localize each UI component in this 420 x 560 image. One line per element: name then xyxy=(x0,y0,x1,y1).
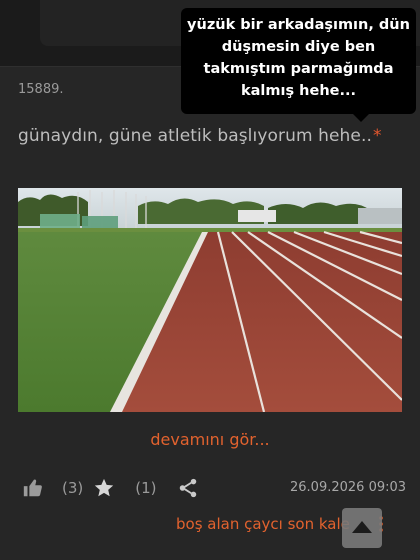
author-link[interactable]: boş alan çaycı son kale xyxy=(176,515,350,533)
favorite-count: (1) xyxy=(135,479,157,497)
thumbs-up-icon[interactable] xyxy=(22,477,44,499)
running-track-photo xyxy=(18,188,402,412)
tooltip-line: düşmesin diye ben xyxy=(221,39,376,55)
chevron-up-icon xyxy=(351,519,373,538)
entry-marker[interactable]: * xyxy=(373,126,382,146)
tooltip-popup: yüzük bir arkadaşımın, dün düşmesin diye… xyxy=(181,8,416,122)
scroll-to-top-button[interactable] xyxy=(342,508,382,548)
entry-text: günaydın, güne atletik başlıyorum hehe..… xyxy=(18,126,382,146)
tooltip-line: yüzük bir arkadaşımın, dün xyxy=(187,17,410,33)
entry-text-body: günaydın, güne atletik başlıyorum hehe.. xyxy=(18,126,372,146)
entry-date: 26.09.2026 09:03 xyxy=(290,480,407,495)
entry-image[interactable] xyxy=(18,188,402,412)
entry-number: 15889. xyxy=(18,82,64,97)
share-icon[interactable] xyxy=(177,477,199,499)
tooltip-line: takmıştım parmağımda xyxy=(203,61,394,77)
read-more-link[interactable]: devamını gör... xyxy=(0,430,420,449)
star-icon[interactable] xyxy=(93,477,115,499)
like-count: (3) xyxy=(62,479,84,497)
tooltip-line: kalmış hehe... xyxy=(241,83,356,99)
entry-actions: (3) (1) xyxy=(22,476,199,500)
